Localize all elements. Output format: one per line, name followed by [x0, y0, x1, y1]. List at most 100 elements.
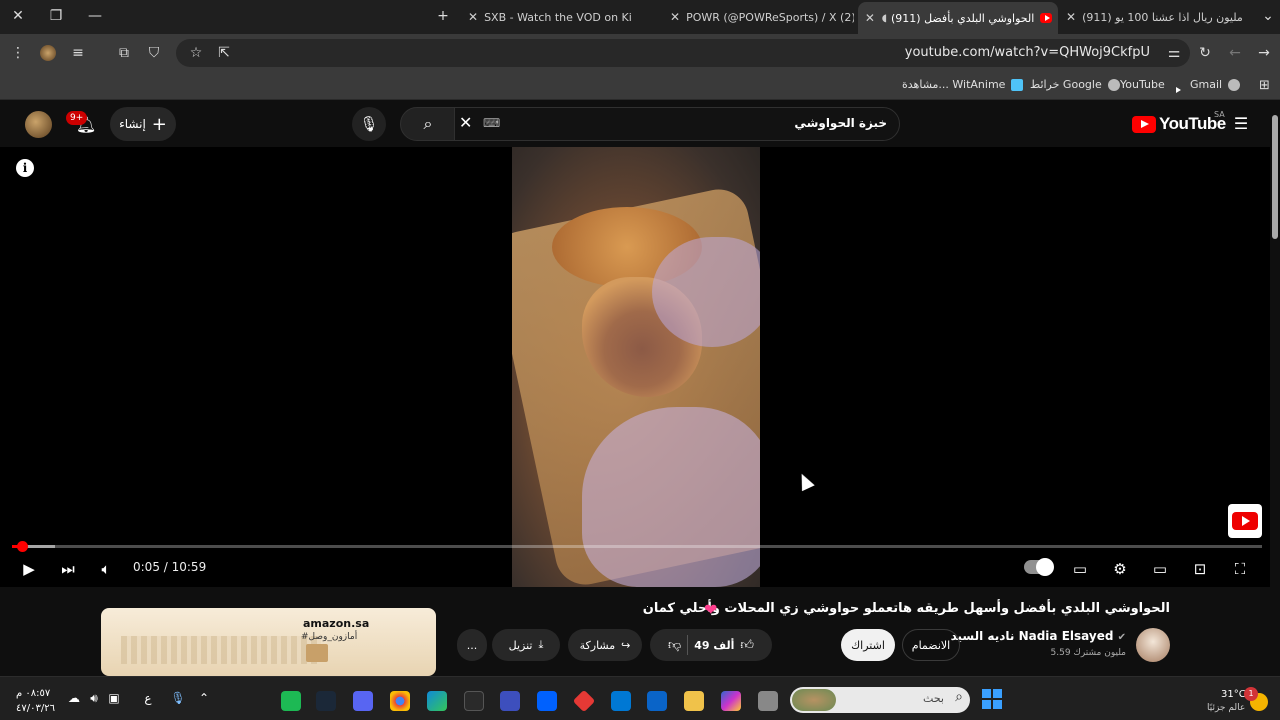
- volume-icon[interactable]: 🔈︎: [94, 557, 118, 581]
- tab-title: (911) الحواوشي البلدي بأفضل: [890, 11, 1035, 25]
- close-tab-icon[interactable]: ✕: [1066, 10, 1076, 24]
- close-tab-icon[interactable]: ✕: [468, 10, 478, 24]
- witanime-icon: [1011, 78, 1024, 91]
- teams-icon[interactable]: [500, 691, 520, 711]
- scrollbar-thumb[interactable]: [1272, 115, 1278, 239]
- guide-menu-icon[interactable]: ☰: [1230, 113, 1252, 135]
- voice-search-mic-icon[interactable]: 🎙︎: [352, 107, 386, 141]
- keyboard-icon[interactable]: ⌨: [483, 116, 500, 130]
- download-button[interactable]: تنزيل ⤓: [492, 629, 560, 661]
- site-settings-icon[interactable]: ⚌: [1164, 43, 1184, 63]
- tab-active-video[interactable]: ✕ ◖ (911) الحواوشي البلدي بأفضل: [858, 2, 1058, 34]
- close-tab-icon[interactable]: ✕: [864, 11, 876, 25]
- discord-icon[interactable]: [353, 691, 373, 711]
- install-app-icon[interactable]: ⇱: [214, 43, 234, 63]
- cast-icon[interactable]: ⊡: [1188, 557, 1212, 581]
- play-icon[interactable]: ▶: [17, 557, 41, 581]
- tray-overflow-icon[interactable]: ⌃: [196, 691, 212, 705]
- next-icon[interactable]: ⏭︎: [56, 557, 80, 581]
- browser-menu-icon[interactable]: ⋮: [8, 43, 28, 63]
- audio-playing-icon[interactable]: ◖: [882, 13, 887, 24]
- page-scrollbar[interactable]: [1270, 101, 1280, 676]
- extensions-icon[interactable]: ⧉: [114, 43, 134, 63]
- join-button[interactable]: الانضمام: [902, 629, 960, 661]
- steam-icon[interactable]: [316, 691, 336, 711]
- bookmark-google-maps[interactable]: خرائط Google: [1030, 78, 1120, 91]
- input-language[interactable]: ع: [140, 691, 156, 705]
- dislike-button[interactable]: 👎︎: [668, 638, 681, 653]
- video-player[interactable]: i ▶ ⏭︎ 🔈︎ 0:05 / 10:59 ▭ ⚙ ▭ ⊡ ⛶: [0, 147, 1270, 587]
- clock-time[interactable]: ٠٨:٥٧ م: [16, 688, 50, 699]
- reading-list-icon[interactable]: ≡: [68, 43, 88, 63]
- copilot-icon[interactable]: [721, 691, 741, 711]
- outlook-icon[interactable]: [611, 691, 631, 711]
- like-count[interactable]: 49 ألف: [694, 639, 734, 652]
- youtube-logo[interactable]: YouTube: [1132, 114, 1226, 134]
- more-actions-button[interactable]: ...: [457, 629, 487, 661]
- info-icon[interactable]: i: [16, 159, 34, 177]
- browser-toolbar: ⋮ ≡ ⧉ ⛉ ☆ ⇱ youtube.com/watch?v=QHWoj9Ck…: [0, 34, 1280, 72]
- cloud-icon[interactable]: ☁: [66, 691, 82, 705]
- taskbar-app-icon[interactable]: [281, 691, 301, 711]
- share-button[interactable]: مشاركة ↪: [568, 629, 642, 661]
- speaker-icon[interactable]: 🔊︎: [86, 691, 102, 706]
- tab-search-chevron-icon[interactable]: ⌄: [1258, 6, 1278, 26]
- shield-icon[interactable]: ⛉: [144, 43, 164, 63]
- bookmark-witanime[interactable]: مشاهدة... WitAnime: [902, 78, 1024, 91]
- scrubber-handle[interactable]: [16, 541, 28, 552]
- video-frame[interactable]: [512, 147, 760, 587]
- store-icon[interactable]: [647, 691, 667, 711]
- channel-name[interactable]: ناديه السيد Nadia Elsayed ✔: [951, 629, 1126, 643]
- apps-grid-icon[interactable]: ⊞: [1259, 78, 1270, 93]
- fullscreen-icon[interactable]: ⛶: [1228, 557, 1252, 581]
- like-button[interactable]: 👍︎: [740, 638, 754, 653]
- bookmark-gmail[interactable]: Gmail: [1190, 78, 1241, 91]
- weather-description[interactable]: عالم جزئيًا: [1207, 703, 1245, 713]
- subscribe-button[interactable]: اشتراك: [841, 629, 895, 661]
- autoplay-toggle[interactable]: [1024, 558, 1054, 576]
- close-window-icon[interactable]: ✕: [8, 6, 28, 26]
- tab-x-powr[interactable]: ✕ POWR (@POWReSports) / X (2) X: [664, 4, 854, 30]
- forward-icon[interactable]: →: [1254, 43, 1274, 63]
- bookmark-star-icon[interactable]: ☆: [186, 43, 206, 63]
- taskbar-app-icon[interactable]: [758, 691, 778, 711]
- chrome-icon[interactable]: [390, 691, 410, 711]
- account-avatar[interactable]: [25, 111, 52, 138]
- tab-youtube-other[interactable]: ✕ (911) مليون ريال اذا عشنا 100 يو: [1060, 4, 1250, 30]
- search-icon: ⌕: [423, 114, 433, 133]
- channel-avatar[interactable]: [1136, 628, 1170, 662]
- download-icon: ⤓: [538, 638, 544, 651]
- weather-temperature[interactable]: 31°C: [1221, 689, 1246, 700]
- create-button[interactable]: إنشاء +: [110, 107, 176, 141]
- restore-window-icon[interactable]: ❐: [46, 6, 66, 26]
- tab-kick[interactable]: ✕ SXB - Watch the VOD on Kick: [462, 4, 632, 30]
- new-tab-button[interactable]: +: [433, 6, 453, 26]
- theater-mode-icon[interactable]: ▭: [1148, 557, 1172, 581]
- bookmark-youtube[interactable]: YouTube: [1120, 78, 1181, 93]
- dropbox-icon[interactable]: [537, 691, 557, 711]
- subtitles-icon[interactable]: ▭: [1068, 557, 1092, 581]
- windows-start-icon[interactable]: [982, 689, 1002, 709]
- microphone-icon[interactable]: 🎙︎: [170, 691, 186, 705]
- channel-watermark-icon[interactable]: [1228, 504, 1262, 538]
- amazon-ad-banner[interactable]: amazon.sa #أمازون_وصل: [101, 608, 436, 676]
- file-explorer-icon[interactable]: [684, 691, 704, 711]
- network-icon[interactable]: ▣: [106, 691, 122, 705]
- address-bar[interactable]: ☆ ⇱ youtube.com/watch?v=QHWoj9CkfpU ⚌: [176, 39, 1190, 67]
- clear-search-icon[interactable]: ✕: [459, 113, 472, 132]
- reload-icon[interactable]: ↻: [1195, 43, 1215, 63]
- clock-date[interactable]: ٤٧/٠٣/٢٦: [16, 703, 55, 714]
- search-input[interactable]: ✕ ⌨ خبزة الحواوشي: [454, 107, 900, 141]
- anydesk-icon[interactable]: [572, 689, 596, 713]
- back-icon[interactable]: ←: [1225, 43, 1245, 63]
- edge-icon[interactable]: [427, 691, 447, 711]
- url-text[interactable]: youtube.com/watch?v=QHWoj9CkfpU: [905, 45, 1150, 60]
- settings-gear-icon[interactable]: ⚙: [1108, 557, 1132, 581]
- minimize-window-icon[interactable]: —: [85, 6, 105, 26]
- close-tab-icon[interactable]: ✕: [670, 10, 680, 24]
- search-button[interactable]: ⌕: [400, 107, 456, 141]
- progress-bar[interactable]: [12, 541, 1262, 552]
- taskbar-search[interactable]: بحث ⌕: [790, 687, 970, 713]
- epic-games-icon[interactable]: [464, 691, 484, 711]
- profile-avatar[interactable]: [40, 45, 56, 61]
